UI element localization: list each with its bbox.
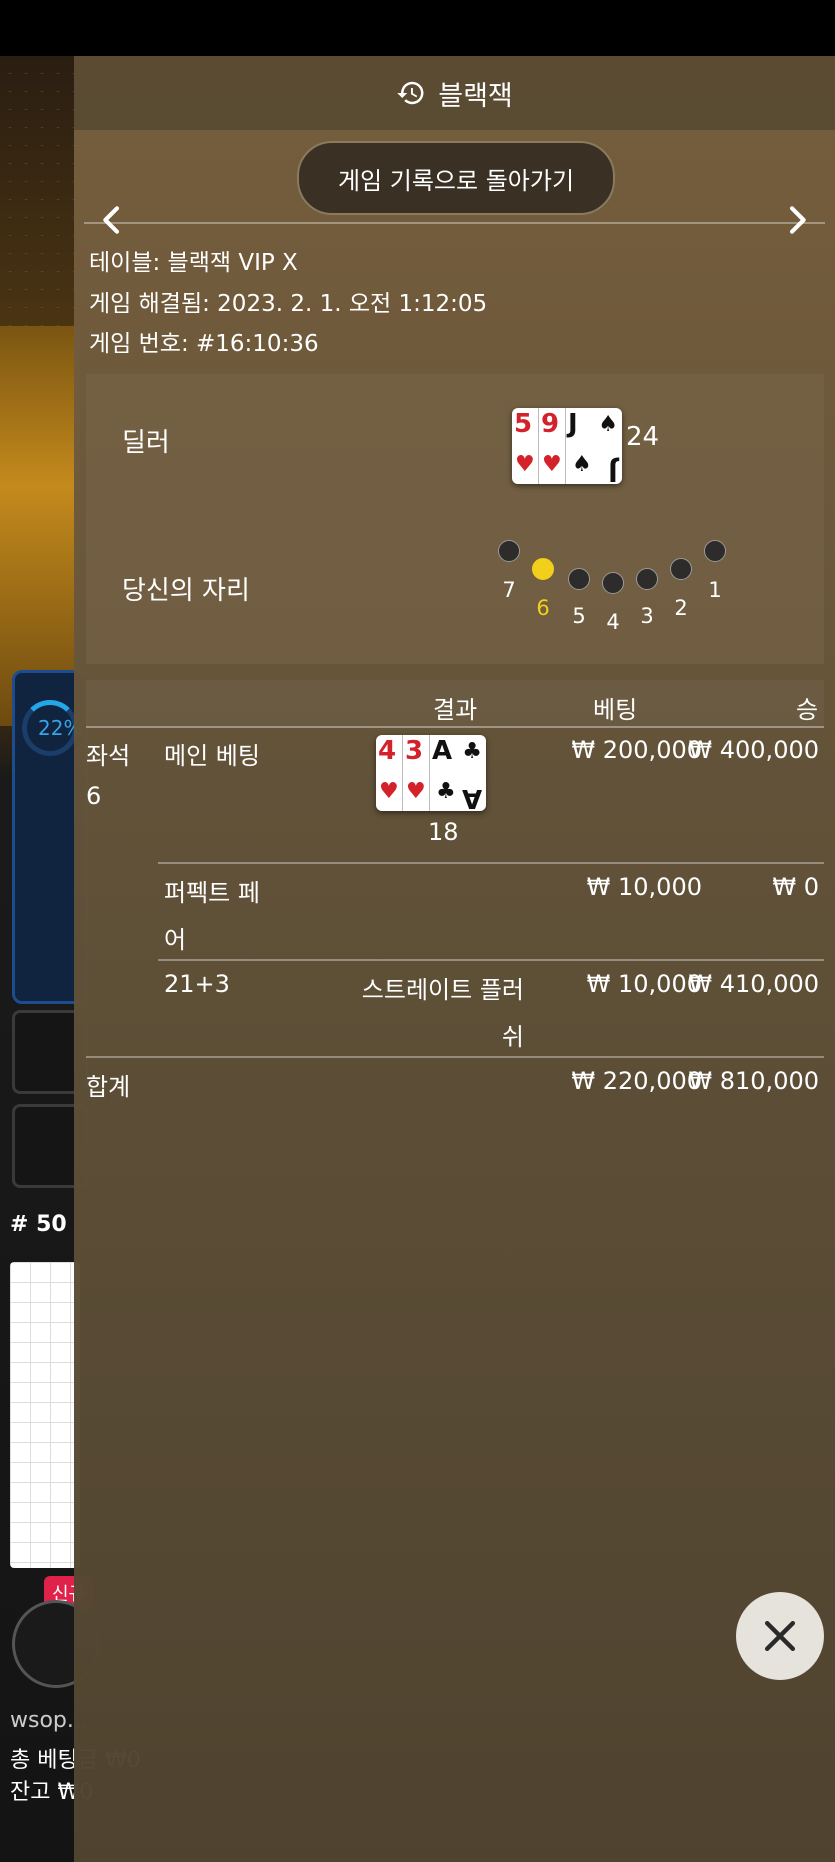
seat-label: 좌석 bbox=[86, 742, 131, 770]
player-cards: 4 ♥ 3 ♥ A ♣ ♣ A bbox=[376, 735, 486, 811]
table-name: 테이블: 블랙잭 VIP X bbox=[89, 250, 298, 276]
resolved-time: 게임 해결됨: 2023. 2. 1. 오전 1:12:05 bbox=[89, 291, 488, 317]
result-text: 스트레이트 플러 bbox=[361, 976, 524, 1004]
playing-card: A ♣ ♣ A bbox=[429, 735, 486, 811]
win-amount: ₩ 0 bbox=[772, 873, 819, 901]
bet-amount: ₩ 10,000 bbox=[586, 873, 702, 901]
divider bbox=[86, 1056, 824, 1058]
close-icon bbox=[764, 1620, 796, 1652]
divider bbox=[86, 726, 824, 728]
playing-card: 9 ♥ bbox=[538, 408, 565, 484]
seat-number: 1 bbox=[708, 578, 722, 602]
bet-name: 21+3 bbox=[164, 970, 230, 998]
chevron-left-icon[interactable] bbox=[92, 200, 132, 240]
total-bet: ₩ 220,000 bbox=[571, 1067, 702, 1095]
divider bbox=[158, 862, 824, 864]
seat-number: 7 bbox=[502, 578, 516, 602]
column-bet: 베팅 bbox=[593, 696, 638, 724]
modal-title: 블랙잭 bbox=[438, 80, 513, 112]
seat-dot-6 bbox=[532, 558, 554, 580]
status-bar bbox=[0, 0, 835, 56]
seat-number: 6 bbox=[536, 596, 550, 620]
chevron-right-icon[interactable] bbox=[777, 200, 817, 240]
divider bbox=[158, 959, 824, 961]
playing-card: 5 ♥ bbox=[512, 408, 538, 484]
game-number: 게임 번호: #16:10:36 bbox=[89, 331, 319, 357]
bet-table-header: 결과 베팅 승 bbox=[86, 680, 824, 728]
seat-number: 4 bbox=[606, 610, 620, 634]
column-result: 결과 bbox=[433, 696, 478, 724]
hand-total: 18 bbox=[428, 818, 459, 846]
seat-dot-5 bbox=[568, 568, 590, 590]
bet-name: 메인 베팅 bbox=[164, 742, 260, 770]
modal-header: 블랙잭 bbox=[74, 56, 835, 130]
dealer-total: 24 bbox=[626, 422, 660, 452]
background-road-map bbox=[10, 1262, 80, 1568]
divider bbox=[84, 222, 825, 224]
seat-number: 5 bbox=[572, 604, 586, 628]
total-label: 합계 bbox=[86, 1073, 131, 1101]
playing-card: 4 ♥ bbox=[376, 735, 402, 811]
background-room bbox=[0, 326, 80, 726]
seat-number-value: 6 bbox=[86, 782, 102, 810]
seat-dot-7 bbox=[498, 540, 520, 562]
result-text-cont: 쉬 bbox=[501, 1023, 524, 1051]
dealer-label: 딜러 bbox=[122, 428, 170, 458]
seat-number: 2 bbox=[674, 596, 688, 620]
playing-card: 3 ♥ bbox=[402, 735, 429, 811]
bet-amount: ₩ 200,000 bbox=[571, 736, 702, 764]
seat-number: 3 bbox=[640, 604, 654, 628]
game-history-modal: 블랙잭 게임 기록으로 돌아가기 테이블: 블랙잭 VIP X 게임 해결됨: … bbox=[74, 56, 835, 1862]
win-amount: ₩ 410,000 bbox=[688, 970, 819, 998]
close-button[interactable] bbox=[736, 1592, 824, 1680]
column-win: 승 bbox=[796, 696, 819, 724]
win-amount: ₩ 400,000 bbox=[688, 736, 819, 764]
bet-amount: ₩ 10,000 bbox=[586, 970, 702, 998]
dealer-seat-panel: 딜러 5 ♥ 9 ♥ J ♠ ♠ J 24 당신의 자리 7 6 5 4 3 2… bbox=[86, 374, 824, 664]
seat-dot-4 bbox=[602, 572, 624, 594]
seat-dot-2 bbox=[670, 558, 692, 580]
your-seat-label: 당신의 자리 bbox=[122, 576, 250, 606]
seat-dot-1 bbox=[704, 540, 726, 562]
history-icon bbox=[397, 81, 424, 105]
seat-dot-3 bbox=[636, 568, 658, 590]
bet-name: 퍼펙트 페 bbox=[164, 879, 260, 907]
dealer-cards: 5 ♥ 9 ♥ J ♠ ♠ J bbox=[512, 408, 622, 484]
total-win: ₩ 810,000 bbox=[688, 1067, 819, 1095]
bet-name-cont: 어 bbox=[164, 926, 187, 954]
playing-card: J ♠ ♠ J bbox=[565, 408, 622, 484]
back-to-history-button[interactable]: 게임 기록으로 돌아가기 bbox=[297, 141, 615, 215]
background-round-label: # 50 bbox=[10, 1212, 67, 1237]
